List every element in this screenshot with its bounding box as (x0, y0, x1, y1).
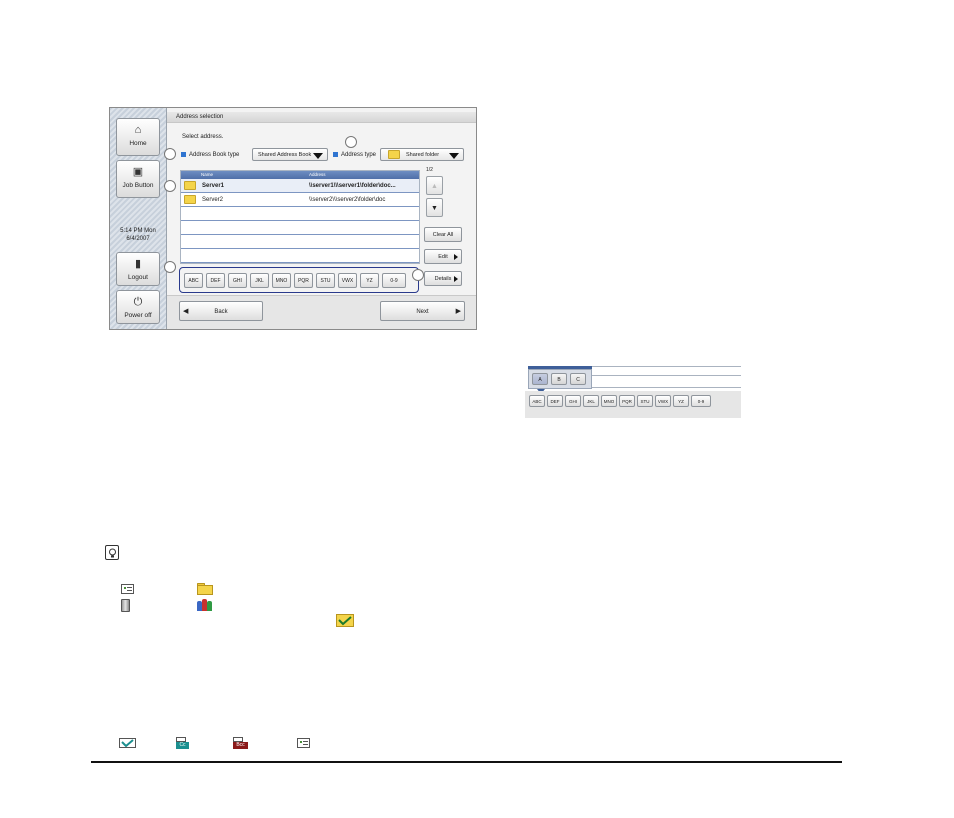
logout-icon: ▮ (134, 258, 142, 270)
main-area: Address selection Select address. Addres… (167, 108, 476, 329)
zoom-key-mno[interactable]: MNO (601, 395, 617, 407)
power-icon: ⏻ (133, 296, 143, 308)
index-key-vwx[interactable]: VWX (338, 273, 357, 288)
index-key-stu[interactable]: STU (316, 273, 335, 288)
bcc-icon: Bcc (233, 737, 249, 749)
lightbulb-icon (105, 545, 119, 560)
folder-icon (184, 194, 196, 204)
index-key-pqr[interactable]: PQR (294, 273, 313, 288)
logout-label: Logout (128, 274, 148, 281)
clock-date: 6/4/2007 (126, 236, 150, 242)
index-key-jkl[interactable]: JKL (250, 273, 269, 288)
bullet-icon (181, 152, 186, 157)
clock: 5:14 PM Mon 6/4/2007 (110, 227, 166, 243)
callout-circle (412, 269, 424, 281)
zoom-key-pqr[interactable]: PQR (619, 395, 635, 407)
footer-rule (91, 761, 842, 763)
instruction-text: Select address. (182, 134, 224, 140)
clear-all-button[interactable]: Clear All (424, 227, 462, 242)
job-button-label: Job Button (122, 182, 154, 189)
list-row-server2[interactable]: Server2 \\server2\\\server2\folder\doc (181, 193, 419, 207)
dropdown-arrow-icon (449, 153, 459, 159)
home-button[interactable]: ⌂ Home (116, 118, 160, 156)
address-book-type-label: Address Book type (181, 152, 239, 158)
side-panel: ⌂ Home ▣ Job Button 5:14 PM Mon 6/4/2007… (110, 108, 167, 329)
folder-icon (197, 583, 213, 595)
home-icon: ⌂ (134, 124, 142, 136)
zoom-key-jkl[interactable]: JKL (583, 395, 599, 407)
zoomed-index-strip: A B C ABC DEF GHI JKL MNO PQR STU VWX YZ… (525, 361, 741, 418)
zoom-key-0-9[interactable]: 0-9 (691, 395, 711, 407)
page-indicator: 1/2 (426, 167, 433, 173)
job-button[interactable]: ▣ Job Button (116, 160, 160, 198)
arrow-right-icon (454, 254, 458, 260)
scroll-down-button[interactable]: ▼ (426, 198, 443, 217)
sub-key-b[interactable]: B (551, 373, 567, 385)
details-button[interactable]: Details (424, 271, 462, 286)
list-row-empty (181, 235, 419, 249)
zoom-key-yz[interactable]: YZ (673, 395, 689, 407)
column-name: Name (201, 172, 214, 177)
callout-circle (164, 261, 176, 273)
index-key-0-9[interactable]: 0-9 (382, 273, 406, 288)
address-type-label: Address type (333, 152, 376, 158)
address-list: Name Address Server1 \\server1\\\server1… (180, 170, 420, 264)
server-icon (121, 599, 130, 612)
address-card-icon (121, 584, 134, 594)
list-row-server1[interactable]: Server1 \\server1\\\server1\folder\doc..… (181, 179, 419, 193)
list-header: Name Address (181, 171, 419, 179)
power-off-button[interactable]: ⏻ Power off (116, 290, 160, 324)
arrow-right-icon (454, 276, 458, 282)
arrow-right-icon: ▶ (455, 308, 461, 315)
index-key-mno[interactable]: MNO (272, 273, 291, 288)
back-button[interactable]: ◀ Back (179, 301, 263, 321)
zoom-key-vwx[interactable]: VWX (655, 395, 671, 407)
edit-button[interactable]: Edit (424, 249, 462, 264)
address-type-dropdown[interactable]: Shared folder (380, 148, 464, 161)
index-key-bar: ABC DEF GHI JKL MNO PQR STU VWX YZ 0-9 (179, 267, 419, 293)
zoom-key-def[interactable]: DEF (547, 395, 563, 407)
logout-button[interactable]: ▮ Logout (116, 252, 160, 286)
dropdown-arrow-icon (313, 153, 323, 159)
index-key-abc[interactable]: ABC (184, 273, 203, 288)
sub-key-c[interactable]: C (570, 373, 586, 385)
checked-folder-icon (336, 614, 354, 627)
device-screen: ⌂ Home ▣ Job Button 5:14 PM Mon 6/4/2007… (109, 107, 477, 330)
next-button[interactable]: Next ▶ (380, 301, 465, 321)
zoom-key-ghi[interactable]: GHI (565, 395, 581, 407)
cc-icon: Cc (176, 737, 190, 749)
callout-circle (345, 136, 357, 148)
list-row-empty (181, 207, 419, 221)
job-icon: ▣ (132, 166, 144, 178)
address-book-type-dropdown[interactable]: Shared Address Book (252, 148, 328, 161)
clock-time: 5:14 PM Mon (120, 228, 156, 234)
column-address: Address (309, 172, 326, 177)
index-key-def[interactable]: DEF (206, 273, 225, 288)
bullet-icon (333, 152, 338, 157)
zoom-key-stu[interactable]: STU (637, 395, 653, 407)
screen-title: Address selection (167, 112, 476, 123)
arrow-left-icon: ◀ (183, 308, 189, 315)
zoom-key-abc[interactable]: ABC (529, 395, 545, 407)
list-row-empty (181, 221, 419, 235)
callout-circle (164, 180, 176, 192)
checkmark-icon (119, 738, 136, 748)
group-icon (197, 598, 212, 612)
home-label: Home (129, 140, 147, 147)
sub-key-a[interactable]: A (532, 373, 548, 385)
index-key-yz[interactable]: YZ (360, 273, 379, 288)
address-card-icon (297, 738, 310, 748)
folder-icon (388, 150, 400, 160)
list-row-empty (181, 249, 419, 263)
index-key-ghi[interactable]: GHI (228, 273, 247, 288)
scroll-up-button[interactable]: ▲ (426, 176, 443, 195)
power-off-label: Power off (124, 312, 152, 319)
callout-circle (164, 148, 176, 160)
folder-icon (184, 180, 196, 190)
